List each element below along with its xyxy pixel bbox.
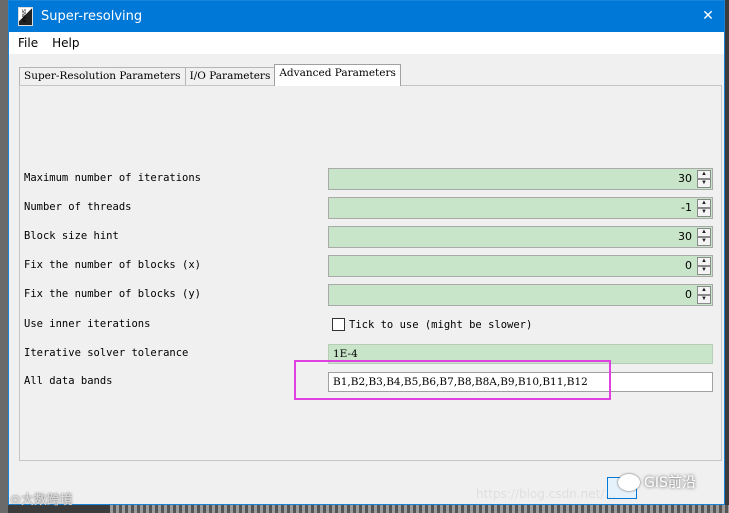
close-button[interactable]: ✕ xyxy=(698,6,718,26)
row-blocks-y: Fix the number of blocks (y) 0 ▲ ▼ xyxy=(20,284,723,306)
max-iterations-label: Maximum number of iterations xyxy=(24,172,202,184)
blocks-x-value: 0 xyxy=(685,259,692,272)
row-blocks-x: Fix the number of blocks (x) 0 ▲ ▼ xyxy=(20,255,723,277)
tab-bar: Super-Resolution Parameters I/O Paramete… xyxy=(19,64,401,86)
app-icon: SNAP xyxy=(18,7,33,26)
spinner-arrows: ▲ ▼ xyxy=(697,286,711,304)
super-resolving-window: SNAP Super-resolving ✕ File Help Super-R… xyxy=(8,0,725,505)
inner-iterations-checkbox-label[interactable]: Tick to use (might be slower) xyxy=(349,319,532,331)
spin-down-icon[interactable]: ▼ xyxy=(697,295,711,304)
tab-super-resolution-parameters[interactable]: Super-Resolution Parameters xyxy=(19,67,186,86)
row-inner-iterations: Use inner iterations Tick to use (might … xyxy=(20,314,723,336)
block-size-spinner[interactable]: 30 ▲ ▼ xyxy=(328,226,713,248)
block-size-value: 30 xyxy=(678,230,692,243)
tab-advanced-parameters[interactable]: Advanced Parameters xyxy=(274,64,401,86)
tolerance-label: Iterative solver tolerance xyxy=(24,347,189,359)
blocks-y-spinner[interactable]: 0 ▲ ▼ xyxy=(328,284,713,306)
background-image-strip xyxy=(110,505,729,513)
advanced-parameters-panel: Maximum number of iterations 30 ▲ ▼ Numb… xyxy=(19,85,722,461)
tab-io-parameters[interactable]: I/O Parameters xyxy=(184,67,276,86)
spinner-arrows: ▲ ▼ xyxy=(697,170,711,188)
spin-down-icon[interactable]: ▼ xyxy=(697,266,711,275)
spin-up-icon[interactable]: ▲ xyxy=(697,228,711,237)
spinner-arrows: ▲ ▼ xyxy=(697,228,711,246)
menu-bar: File Help xyxy=(9,32,724,54)
spin-up-icon[interactable]: ▲ xyxy=(697,199,711,208)
watermark-left: ⊙大数跨境 xyxy=(10,493,73,508)
data-bands-label: All data bands xyxy=(24,375,113,387)
threads-value: -1 xyxy=(681,201,692,214)
inner-iterations-checkbox[interactable] xyxy=(332,318,345,331)
title-bar[interactable]: SNAP Super-resolving ✕ xyxy=(9,1,724,32)
blocks-x-label: Fix the number of blocks (x) xyxy=(24,259,202,271)
spinner-arrows: ▲ ▼ xyxy=(697,257,711,275)
spin-up-icon[interactable]: ▲ xyxy=(697,257,711,266)
spin-down-icon[interactable]: ▼ xyxy=(697,237,711,246)
watermark-url: https://blog.csdn.net/... xyxy=(476,487,616,501)
spin-down-icon[interactable]: ▼ xyxy=(697,208,711,217)
threads-spinner[interactable]: -1 ▲ ▼ xyxy=(328,197,713,219)
blocks-x-spinner[interactable]: 0 ▲ ▼ xyxy=(328,255,713,277)
blocks-y-label: Fix the number of blocks (y) xyxy=(24,288,202,300)
background-strip xyxy=(0,0,8,513)
window-title: Super-resolving xyxy=(41,9,143,24)
row-threads: Number of threads -1 ▲ ▼ xyxy=(20,197,723,219)
spin-up-icon[interactable]: ▲ xyxy=(697,286,711,295)
block-size-label: Block size hint xyxy=(24,230,119,242)
spinner-arrows: ▲ ▼ xyxy=(697,199,711,217)
menu-help[interactable]: Help xyxy=(52,36,79,50)
inner-iterations-checkbox-group[interactable]: Tick to use (might be slower) xyxy=(332,318,532,331)
max-iterations-value: 30 xyxy=(678,172,692,185)
threads-label: Number of threads xyxy=(24,201,132,213)
watermark-gis: GIS前沿 xyxy=(644,475,696,491)
annotation-highlight-box xyxy=(294,360,611,400)
menu-file[interactable]: File xyxy=(18,36,38,50)
spin-up-icon[interactable]: ▲ xyxy=(697,170,711,179)
row-max-iterations: Maximum number of iterations 30 ▲ ▼ xyxy=(20,168,723,190)
blocks-y-value: 0 xyxy=(685,288,692,301)
inner-iterations-label: Use inner iterations xyxy=(24,318,151,330)
wechat-icon xyxy=(618,474,640,491)
spin-down-icon[interactable]: ▼ xyxy=(697,179,711,188)
max-iterations-spinner[interactable]: 30 ▲ ▼ xyxy=(328,168,713,190)
row-block-size: Block size hint 30 ▲ ▼ xyxy=(20,226,723,248)
